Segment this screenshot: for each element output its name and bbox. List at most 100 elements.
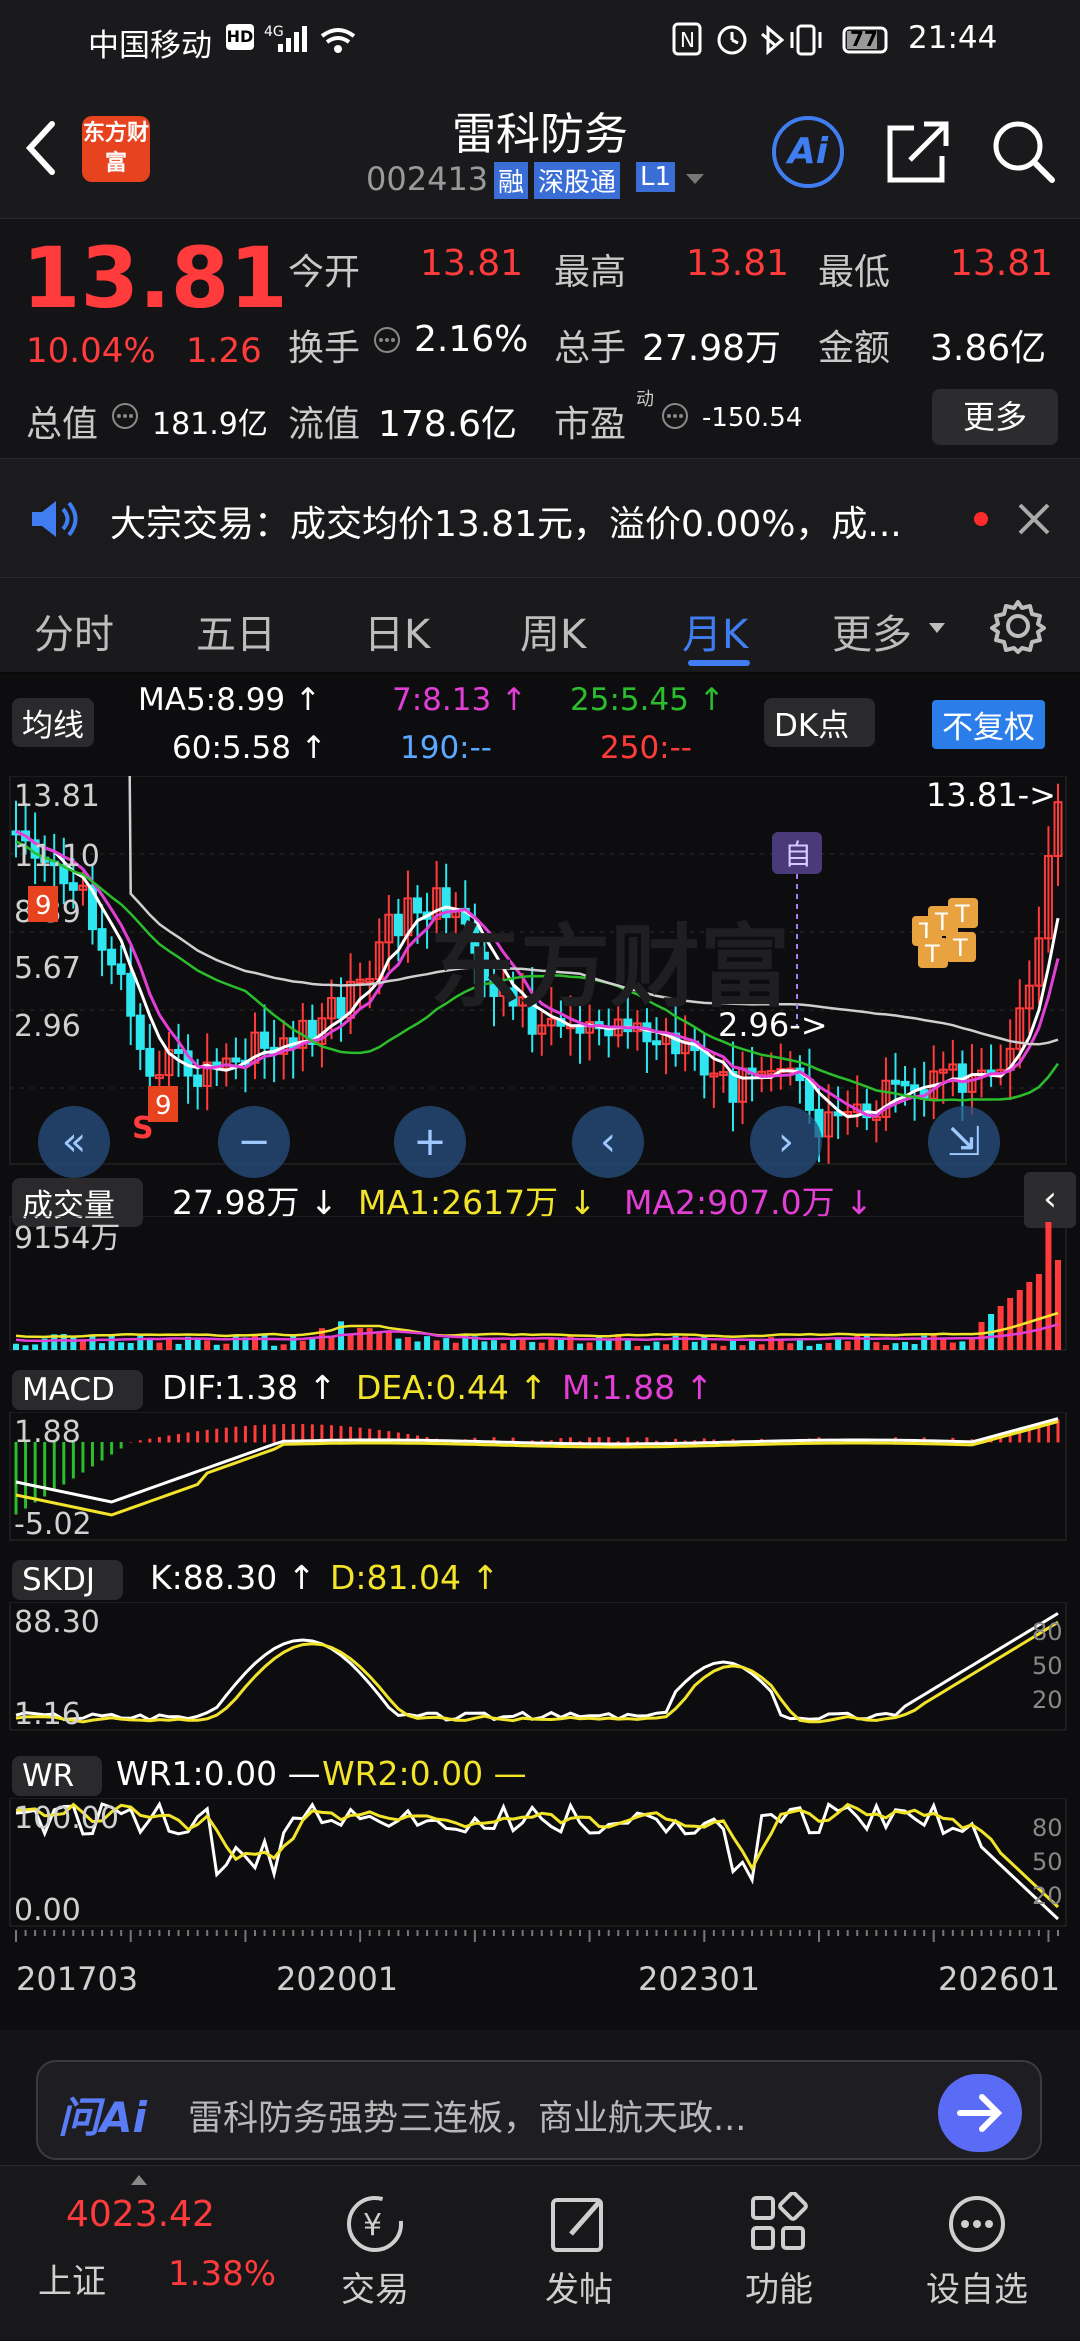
volume-bar bbox=[653, 1341, 660, 1350]
adjust-button[interactable]: 不复权 bbox=[932, 700, 1045, 749]
volume-bar bbox=[1026, 1282, 1033, 1350]
tab-weekly-k[interactable]: 周K bbox=[520, 602, 586, 660]
edit-icon bbox=[551, 2198, 603, 2252]
volume-bar bbox=[997, 1306, 1004, 1350]
index-ticker[interactable]: 4023.42 上证 1.38% bbox=[0, 2166, 276, 2341]
stat-value: 13.81 bbox=[686, 243, 790, 284]
ai-send-button[interactable] bbox=[938, 2074, 1022, 2152]
high-price-tag: 13.81-> bbox=[926, 776, 1056, 814]
zoom-in-button[interactable]: + bbox=[394, 1106, 466, 1178]
bottom-nav: 4023.42 上证 1.38% ¥ 交易 发帖 功能 设自选 bbox=[0, 2165, 1080, 2340]
volume-bar bbox=[271, 1345, 278, 1350]
volume-bar bbox=[366, 1328, 373, 1350]
svg-text:4G: 4G bbox=[264, 24, 284, 40]
search-icon[interactable] bbox=[988, 116, 1058, 186]
step-forward-button[interactable]: › bbox=[750, 1106, 822, 1178]
skdj-chart[interactable]: 88.30 1.16 80 50 20 bbox=[0, 1602, 1080, 1732]
stat-label: 总值 bbox=[26, 404, 99, 445]
kline-chart[interactable]: 东方财富 13.81 11.10 8.39 5.67 2.96 13.81-> … bbox=[0, 776, 1080, 1166]
more-button[interactable]: 更多 bbox=[932, 389, 1058, 445]
volume-bar bbox=[1016, 1290, 1023, 1350]
candle-body bbox=[97, 928, 107, 951]
volume-bar bbox=[13, 1343, 19, 1350]
macd-dea: DEA:0.44 ↑ bbox=[356, 1368, 547, 1407]
wr-chart[interactable]: 100.00 0.00 80 50 20 bbox=[0, 1798, 1080, 1928]
candle-body bbox=[231, 1057, 241, 1063]
volume-bar bbox=[481, 1341, 488, 1350]
nav-label: 交易 bbox=[341, 2270, 409, 2310]
ai-prompt-text: 雷科防务强势三连板，商业航天政... bbox=[188, 2099, 747, 2139]
ma190-value: 190:-- bbox=[400, 730, 492, 766]
signal-wifi-icon: 4G bbox=[264, 24, 356, 53]
volume-bar bbox=[213, 1344, 220, 1350]
nav-post[interactable]: 发帖 bbox=[474, 2166, 684, 2341]
volume-bar bbox=[643, 1345, 650, 1350]
share-icon[interactable] bbox=[884, 118, 952, 186]
wr2-value: WR2:0.00 — bbox=[322, 1754, 527, 1793]
tab-intraday[interactable]: 分时 bbox=[34, 602, 114, 660]
signal-tag-text: 9 bbox=[35, 891, 52, 921]
watermark: 东方财富 bbox=[430, 915, 790, 1020]
volume-bar bbox=[290, 1335, 297, 1350]
candle-body bbox=[900, 1080, 910, 1087]
volume-bar bbox=[959, 1341, 966, 1350]
volume-bar bbox=[70, 1335, 77, 1350]
scroll-left-button[interactable]: « bbox=[38, 1106, 110, 1178]
stat-value: 13.81 bbox=[420, 243, 524, 284]
volume-chart[interactable]: 9154万 bbox=[0, 1216, 1080, 1352]
nav-label: 发帖 bbox=[545, 2270, 613, 2310]
ma-selector[interactable]: 均线 bbox=[12, 698, 94, 747]
volume-bar bbox=[194, 1339, 201, 1350]
nav-trade[interactable]: ¥ 交易 bbox=[270, 2166, 480, 2341]
stat-label: 最低 bbox=[818, 252, 891, 293]
info-icon[interactable] bbox=[372, 325, 402, 355]
volume-bar bbox=[89, 1334, 96, 1350]
nav-functions[interactable]: 功能 bbox=[674, 2166, 884, 2341]
volume-bar bbox=[1055, 1260, 1061, 1350]
notice-bar[interactable]: 大宗交易：成交均价13.81元，溢价0.00%，成... bbox=[0, 458, 1080, 578]
step-back-button[interactable]: ‹ bbox=[572, 1106, 644, 1178]
trade-icon: ¥ bbox=[347, 2196, 403, 2252]
gear-icon[interactable] bbox=[990, 598, 1046, 654]
reset-button[interactable]: ⇲ bbox=[928, 1106, 1000, 1178]
close-icon[interactable] bbox=[1016, 501, 1052, 537]
info-icon[interactable] bbox=[110, 401, 140, 431]
tab-daily-k[interactable]: 日K bbox=[364, 602, 430, 660]
macd-selector[interactable]: MACD bbox=[12, 1370, 143, 1410]
active-tab-indicator bbox=[688, 660, 750, 666]
volume-bar bbox=[729, 1340, 736, 1350]
ref-label: 50 bbox=[1032, 1652, 1063, 1680]
t-signal-markers: T T TT T bbox=[912, 898, 978, 968]
volume-bar bbox=[911, 1344, 918, 1350]
tab-more[interactable]: 更多 bbox=[832, 602, 912, 660]
nav-add-watchlist[interactable]: 设自选 bbox=[874, 2166, 1080, 2341]
y-label: 5.67 bbox=[14, 951, 81, 986]
dk-point-button[interactable]: DK点 bbox=[764, 698, 876, 747]
volume-bar bbox=[146, 1338, 153, 1350]
nav-label: 设自选 bbox=[926, 2270, 1028, 2310]
macd-chart[interactable]: 1.88 -5.02 bbox=[0, 1412, 1080, 1542]
skdj-selector[interactable]: SKDJ bbox=[12, 1560, 124, 1600]
info-icon[interactable] bbox=[660, 401, 690, 431]
ai-input[interactable]: 问Ai 雷科防务强势三连板，商业航天政... bbox=[36, 2060, 1042, 2160]
ai-button[interactable]: Ai bbox=[772, 116, 844, 188]
self-select-label: 自 bbox=[784, 838, 812, 871]
chevron-down-icon[interactable] bbox=[684, 172, 706, 188]
volume-bar bbox=[605, 1340, 612, 1350]
stock-header: 东方财富 雷科防务 002413 融 深股通 L1 Ai bbox=[0, 80, 1080, 218]
wr-selector[interactable]: WR bbox=[12, 1756, 103, 1796]
stock-code: 002413 bbox=[366, 160, 489, 198]
volume-bar bbox=[433, 1340, 440, 1350]
volume-bar bbox=[79, 1340, 86, 1350]
grid-icon bbox=[751, 2192, 808, 2250]
tab-monthly-k[interactable]: 月K bbox=[682, 602, 748, 660]
y-label: 11.10 bbox=[14, 839, 100, 874]
volume-bar bbox=[328, 1337, 335, 1350]
volume-bar bbox=[777, 1340, 784, 1350]
zoom-out-button[interactable]: − bbox=[218, 1106, 290, 1178]
clock: 21:44 bbox=[908, 20, 998, 56]
tab-five-day[interactable]: 五日 bbox=[196, 602, 276, 660]
candle-body bbox=[623, 1018, 633, 1033]
volume-bar bbox=[443, 1338, 450, 1350]
volume-bar bbox=[299, 1340, 306, 1350]
